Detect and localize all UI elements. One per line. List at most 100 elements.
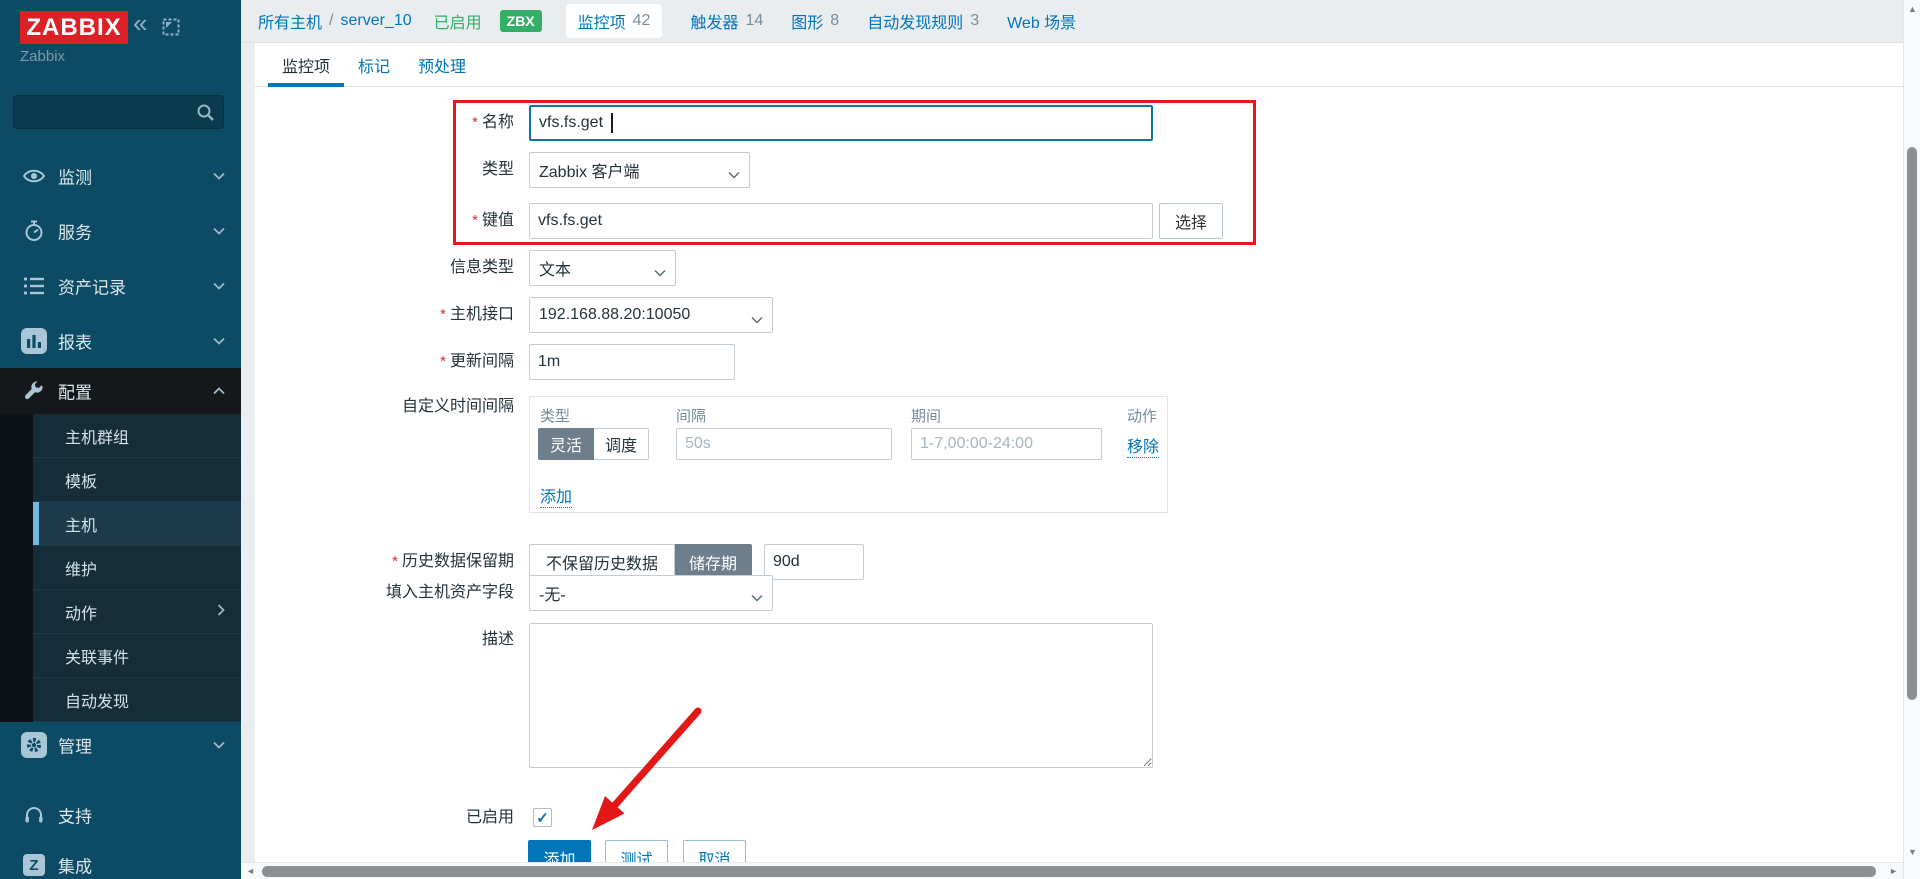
sidebar-item-support[interactable]: 支持	[0, 793, 241, 837]
configuration-submenu: 主机群组 模板 主机 维护 动作 关联事件 自动发现	[0, 414, 241, 722]
history-label: 历史数据保留期	[402, 553, 514, 570]
custom-intervals-table: 类型 间隔 期间 动作 灵活 调度 移除 添加	[529, 396, 1168, 513]
nav-items-tab[interactable]: 监控项 42	[566, 4, 663, 38]
host-header-bar: 所有主机 / server_10 已启用 ZBX 监控项 42 触发器 14 图…	[241, 0, 1903, 43]
enabled-checkbox[interactable]: ✓	[533, 808, 552, 827]
breadcrumb-all-hosts[interactable]: 所有主机	[258, 9, 322, 33]
nav-web-scenarios-tab[interactable]: Web 场景	[1007, 9, 1076, 33]
zabbix-item-config-page: ZABBIX « Zabbix 监测 服务	[0, 0, 1920, 879]
type-select[interactable]: Zabbix 客户端	[529, 152, 750, 188]
scroll-left-icon[interactable]: ◄	[246, 867, 255, 876]
toggle-scheduling[interactable]: 调度	[594, 428, 649, 460]
vertical-scrollbar-thumb[interactable]	[1907, 147, 1917, 700]
breadcrumb-host[interactable]: server_10	[340, 12, 411, 30]
interval-remove-link[interactable]: 移除	[1127, 433, 1159, 458]
chevron-down-icon	[213, 222, 225, 240]
sidebar-item-inventory[interactable]: 资产记录	[0, 262, 241, 309]
row-enabled: 已启用 ✓	[255, 800, 1903, 836]
sidebar-item-actions[interactable]: 动作	[33, 590, 241, 634]
horizontal-scrollbar-thumb[interactable]	[262, 866, 1876, 877]
toggle-flexible[interactable]: 灵活	[538, 428, 594, 460]
chevron-up-icon	[213, 382, 225, 400]
report-chart-icon	[21, 328, 47, 354]
sidebar-item-integrations[interactable]: Z 集成	[0, 843, 241, 879]
sidebar-item-discovery[interactable]: 自动发现	[33, 678, 241, 722]
info-type-select[interactable]: 文本	[529, 250, 676, 286]
zbx-agent-badge: ZBX	[500, 10, 542, 32]
description-label: 描述	[255, 627, 514, 653]
row-name: *名称	[255, 105, 1903, 141]
expand-fullscreen-icon[interactable]	[162, 18, 180, 41]
row-type: 类型 Zabbix 客户端	[255, 152, 1903, 188]
chevron-down-icon	[654, 264, 666, 282]
chevron-down-icon	[751, 311, 763, 329]
eye-icon	[21, 163, 47, 189]
stopwatch-icon	[21, 218, 47, 244]
wrench-icon	[21, 378, 47, 404]
horizontal-scrollbar: ◄ ►	[241, 862, 1903, 879]
sidebar-item-host-groups[interactable]: 主机群组	[33, 414, 241, 458]
sidebar-item-reports[interactable]: 报表	[0, 317, 241, 364]
required-marker: *	[472, 212, 478, 229]
row-key: *键值 选择	[255, 203, 1903, 239]
scroll-up-icon[interactable]: ▲	[1908, 5, 1917, 14]
row-description: 描述	[255, 623, 1903, 768]
name-input[interactable]	[529, 105, 1153, 141]
chevron-down-icon	[213, 277, 225, 295]
search-icon	[196, 103, 215, 127]
host-interface-select[interactable]: 192.168.88.20:10050	[529, 297, 773, 333]
required-marker: *	[440, 306, 446, 323]
nav-triggers-tab[interactable]: 触发器 14	[690, 9, 763, 33]
scroll-down-icon[interactable]: ▼	[1908, 848, 1917, 857]
inventory-list-icon	[21, 273, 47, 299]
chevron-down-icon	[213, 167, 225, 185]
enabled-label: 已启用	[255, 800, 514, 836]
interval-type-toggle: 灵活 调度	[538, 428, 649, 460]
zabbix-logo: ZABBIX	[20, 11, 128, 44]
key-label: 键值	[482, 212, 514, 229]
chevron-right-icon	[217, 603, 225, 621]
nav-discovery-rules-tab[interactable]: 自动发现规则 3	[867, 9, 979, 33]
key-select-button[interactable]: 选择	[1159, 203, 1223, 239]
inventory-select[interactable]: -无-	[529, 575, 773, 611]
brand-subtitle: Zabbix	[20, 48, 65, 65]
custom-intervals-label: 自定义时间间隔	[255, 396, 514, 418]
sidebar-item-hosts[interactable]: 主机	[33, 502, 241, 546]
host-interface-label: 主机接口	[450, 306, 514, 323]
sidebar-item-services[interactable]: 服务	[0, 207, 241, 254]
item-form-card: 监控项 标记 预处理 *名称 类型 Zabbix 客户端 *键值 选择 信息类型	[255, 43, 1903, 879]
chevron-down-icon	[213, 736, 225, 754]
description-textarea[interactable]	[529, 623, 1153, 768]
scroll-right-icon[interactable]: ►	[1889, 867, 1898, 876]
chevron-down-icon	[213, 332, 225, 350]
nav-graphs-tab[interactable]: 图形 8	[791, 9, 839, 33]
row-info-type: 信息类型 文本	[255, 250, 1903, 286]
inventory-label: 填入主机资产字段	[255, 575, 514, 611]
update-interval-input[interactable]	[529, 344, 735, 380]
interval-period-input[interactable]	[911, 428, 1102, 460]
interval-add-link[interactable]: 添加	[540, 483, 572, 508]
collapse-sidebar-icon[interactable]: «	[133, 10, 147, 36]
tab-tags[interactable]: 标记	[344, 43, 404, 86]
breadcrumb-separator: /	[329, 12, 333, 30]
sidebar-item-maintenance[interactable]: 维护	[33, 546, 241, 590]
integrations-z-icon: Z	[21, 852, 47, 878]
sidebar-item-monitoring[interactable]: 监测	[0, 152, 241, 199]
gear-icon	[21, 732, 47, 758]
col-header-type: 类型	[540, 405, 570, 426]
sidebar-item-templates[interactable]: 模板	[33, 458, 241, 502]
interval-delay-input[interactable]	[676, 428, 892, 460]
tab-preprocessing[interactable]: 预处理	[404, 43, 480, 86]
tab-item[interactable]: 监控项	[268, 43, 344, 86]
sidebar-item-configuration[interactable]: 配置	[0, 368, 241, 414]
host-entity-nav: 监控项 42 触发器 14 图形 8 自动发现规则 3 Web 场景	[566, 4, 1077, 38]
sidebar-item-administration[interactable]: 管理	[0, 722, 241, 768]
chevron-down-icon	[728, 166, 740, 184]
search-input[interactable]	[22, 96, 192, 128]
chevron-down-icon	[751, 589, 763, 607]
sidebar-item-event-correlation[interactable]: 关联事件	[33, 634, 241, 678]
row-host-interface: *主机接口 192.168.88.20:10050	[255, 297, 1903, 333]
col-header-period: 期间	[911, 405, 941, 426]
info-type-label: 信息类型	[255, 250, 514, 286]
key-input[interactable]	[529, 203, 1153, 239]
